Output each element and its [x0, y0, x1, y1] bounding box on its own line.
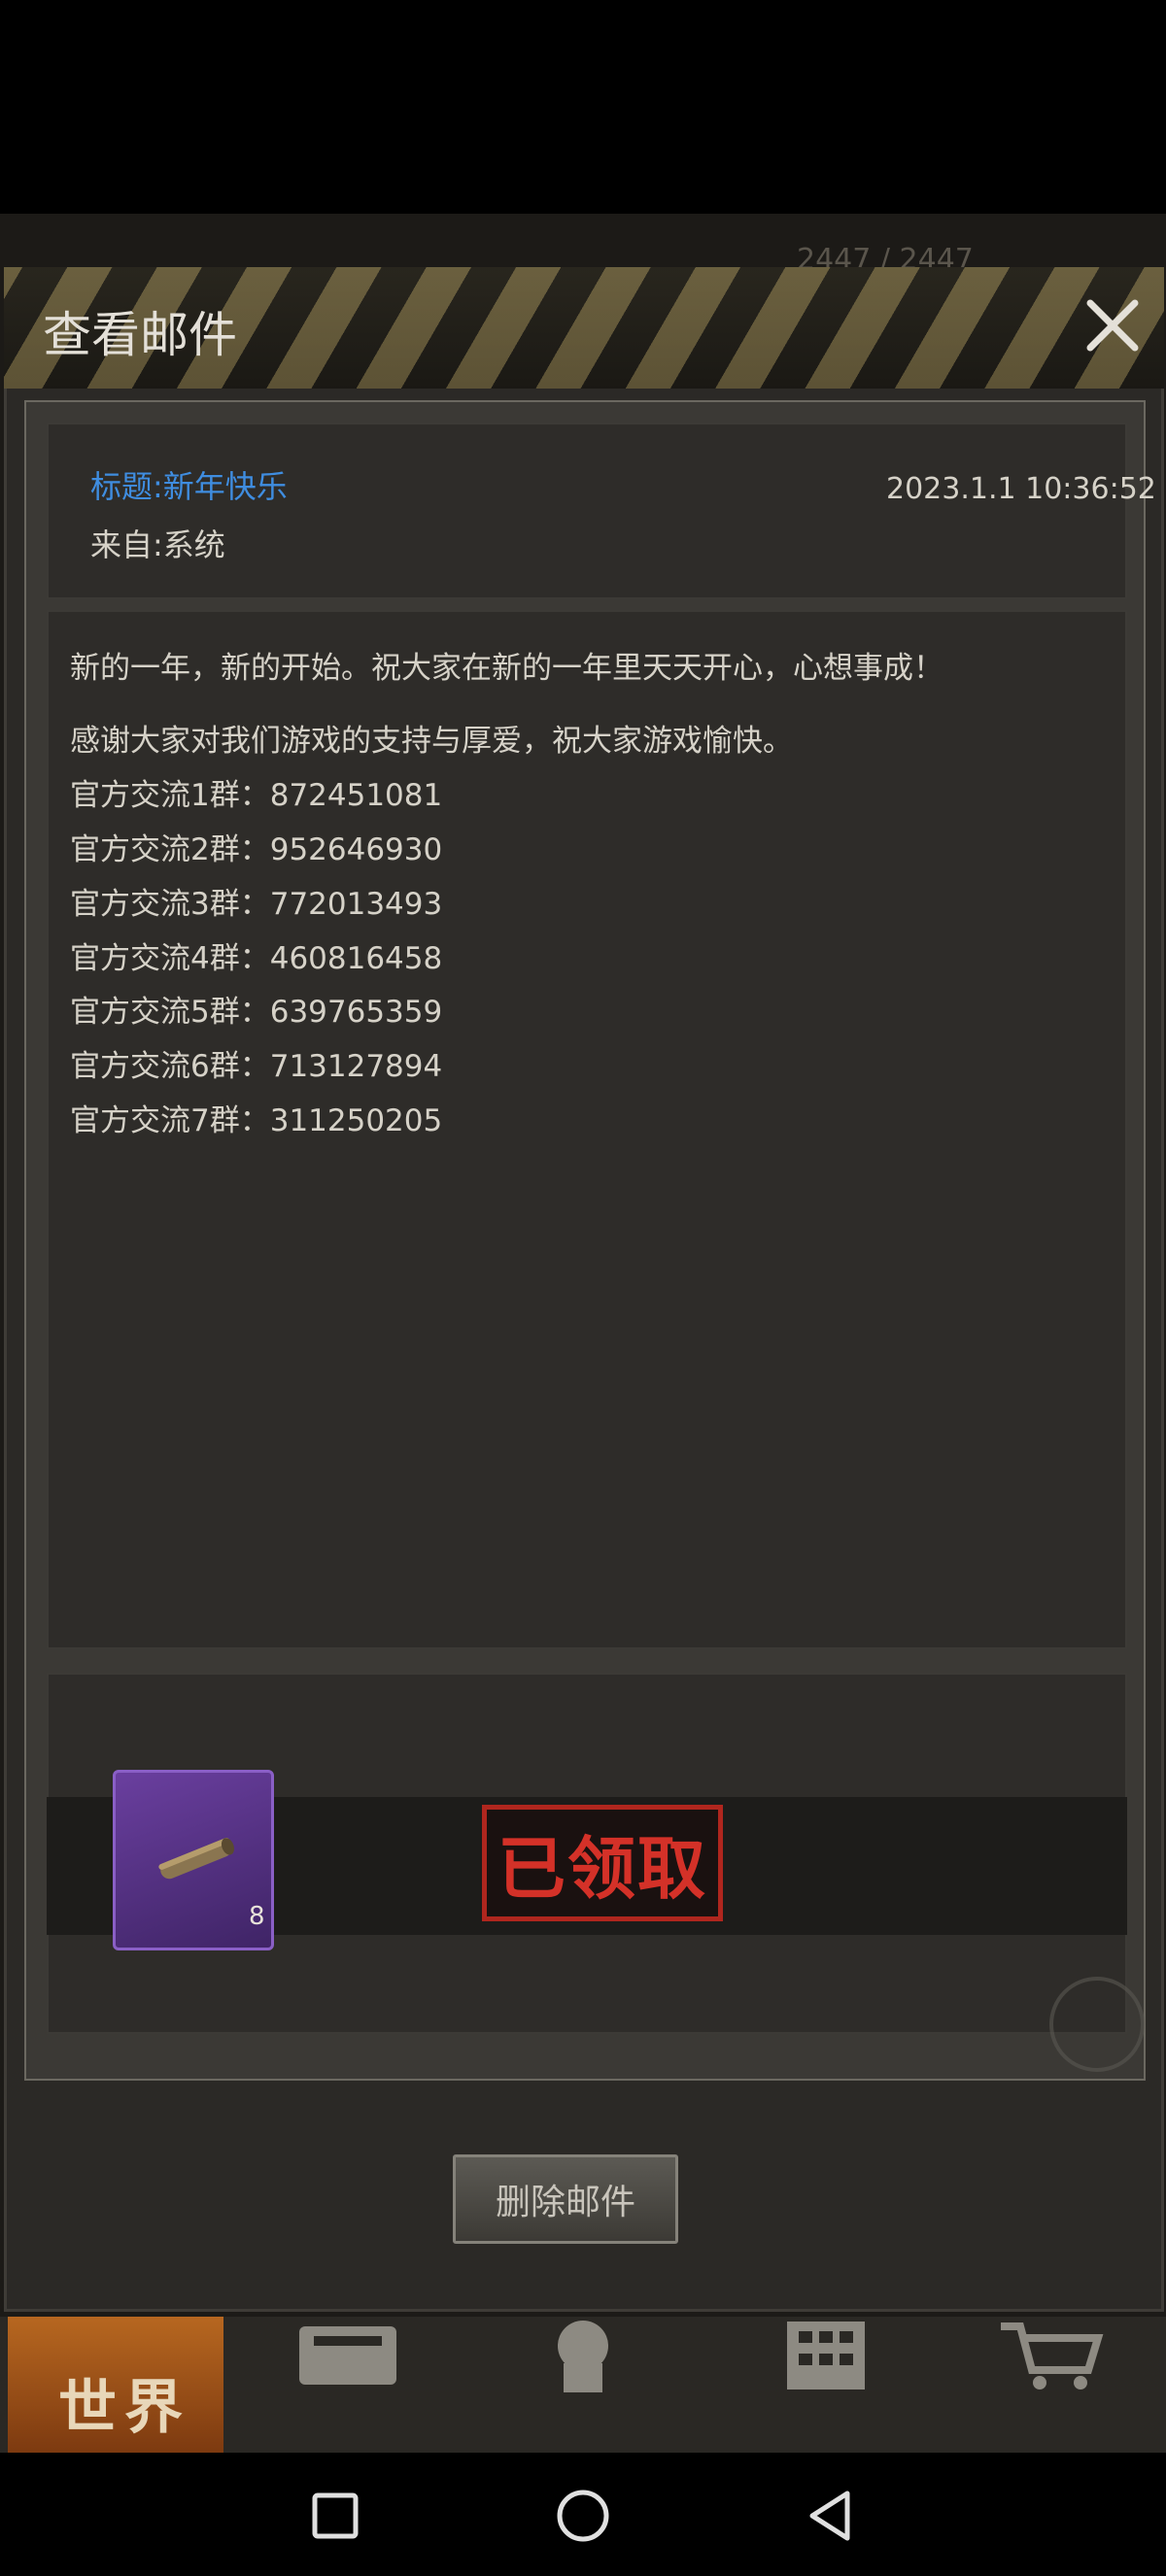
recent-apps-icon[interactable]: [301, 2482, 369, 2550]
mail-body-line: 官方交流3群：772013493: [70, 887, 443, 922]
back-icon[interactable]: [797, 2482, 865, 2550]
watermark-icon: [1049, 1977, 1145, 2072]
cart-icon[interactable]: [991, 2317, 1108, 2394]
mail-body-line: 官方交流4群：460816458: [70, 941, 443, 976]
delete-mail-button[interactable]: 删除邮件: [453, 2154, 678, 2244]
log-icon: [158, 1837, 234, 1880]
dialog-title: 查看邮件: [43, 307, 237, 363]
claimed-stamp: 已领取: [482, 1805, 723, 1921]
mail-body-line: 新的一年，新的开始。祝大家在新的一年里天天开心，心想事成！: [70, 651, 943, 686]
character-icon[interactable]: [525, 2317, 641, 2394]
mail-body-line: 官方交流6群：713127894: [70, 1049, 443, 1084]
backpack-icon[interactable]: [290, 2317, 406, 2394]
building-icon[interactable]: [768, 2317, 884, 2394]
home-icon[interactable]: [549, 2482, 617, 2550]
mail-body-line: 官方交流7群：311250205: [70, 1103, 443, 1138]
nav-world-label: 世界: [58, 2374, 190, 2442]
mail-body-line: 官方交流5群：639765359: [70, 995, 443, 1030]
mail-sender: 来自:系统: [90, 526, 225, 563]
mail-body-line: 感谢大家对我们游戏的支持与厚爱，祝大家游戏愉快。: [70, 724, 793, 759]
mail-body-line: 官方交流2群：952646930: [70, 832, 443, 867]
mail-date: 2023.1.1 10:36:52: [886, 472, 1156, 506]
close-icon[interactable]: [1079, 291, 1147, 359]
mail-body-line: 官方交流1群：872451081: [70, 778, 443, 813]
mail-header: [47, 423, 1127, 599]
mail-subject: 标题:新年快乐: [90, 468, 288, 505]
item-count: 8: [249, 1902, 265, 1931]
